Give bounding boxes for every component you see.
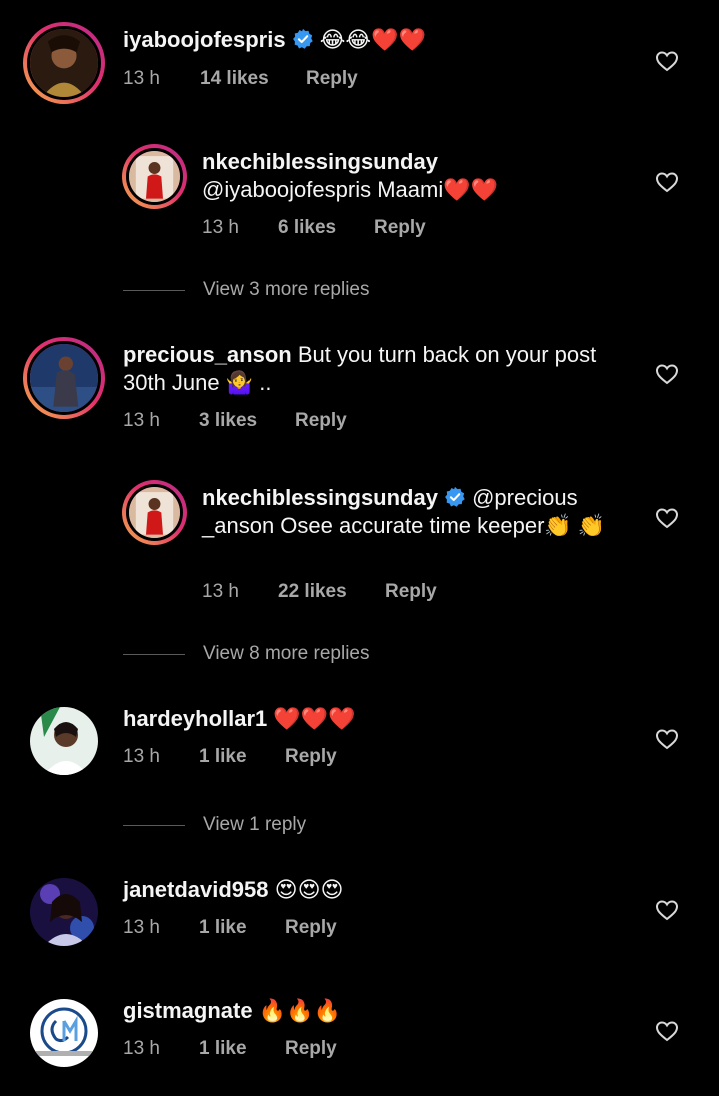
like-heart-icon[interactable] [655, 171, 679, 193]
reply-button[interactable]: Reply [306, 66, 358, 92]
likes-count[interactable]: 3 likes [199, 408, 257, 434]
view-more-replies-button[interactable]: View 8 more replies [123, 641, 523, 667]
comment-text: nkechiblessingsunday @iyaboojofespris Ma… [202, 148, 672, 204]
view-more-label: View 8 more replies [203, 643, 370, 664]
avatar[interactable] [122, 480, 187, 545]
like-heart-icon[interactable] [655, 899, 679, 921]
comment-username[interactable]: precious_anson [123, 342, 292, 367]
comment-text: iyaboojofespris 😂😂❤️❤️ [123, 26, 593, 54]
reply-button[interactable]: Reply [285, 1036, 337, 1062]
like-heart-icon[interactable] [655, 728, 679, 750]
comment-time: 13 h [123, 410, 160, 431]
comment-meta: 13 h 14 likes Reply [123, 66, 423, 92]
avatar[interactable] [30, 999, 98, 1067]
avatar[interactable] [23, 337, 105, 419]
likes-count[interactable]: 6 likes [278, 215, 336, 241]
likes-count[interactable]: 1 like [199, 744, 247, 770]
likes-count[interactable]: 1 like [199, 915, 247, 941]
comment-meta: 13 h 1 like Reply [123, 744, 423, 770]
reply-button[interactable]: Reply [285, 915, 337, 941]
likes-count[interactable]: 1 like [199, 1036, 247, 1062]
comment-username[interactable]: nkechiblessingsunday [202, 485, 438, 510]
comment-username[interactable]: nkechiblessingsunday [202, 148, 672, 176]
divider-line [123, 654, 185, 655]
like-heart-icon[interactable] [655, 363, 679, 385]
comment-time: 13 h [123, 746, 160, 767]
comment-username[interactable]: gistmagnate [123, 998, 253, 1023]
reply-button[interactable]: Reply [295, 408, 347, 434]
comment-time: 13 h [202, 581, 239, 602]
comment-meta: 13 h 1 like Reply [123, 915, 423, 941]
comment-body: @iyaboojofespris Maami❤️❤️ [202, 177, 498, 202]
like-heart-icon[interactable] [655, 50, 679, 72]
comment-meta: 13 h 1 like Reply [123, 1036, 423, 1062]
view-more-replies-button[interactable]: View 3 more replies [123, 277, 523, 303]
view-more-label: View 1 reply [203, 814, 307, 835]
comment-username[interactable]: hardeyhollar1 [123, 706, 267, 731]
comment-body: 😍😍😍 [268, 877, 344, 902]
comment-meta: 13 h 6 likes Reply [202, 215, 502, 241]
comment-time: 13 h [123, 917, 160, 938]
avatar[interactable] [122, 144, 187, 209]
divider-line [123, 825, 185, 826]
verified-badge-icon [444, 486, 466, 508]
view-more-label: View 3 more replies [203, 279, 370, 300]
comment-time: 13 h [202, 217, 239, 238]
avatar[interactable] [30, 707, 98, 775]
comment-meta: 13 h 3 likes Reply [123, 408, 423, 434]
like-heart-icon[interactable] [655, 507, 679, 529]
comment-meta: 13 h 22 likes Reply [202, 579, 502, 605]
verified-badge-icon [292, 28, 314, 50]
reply-button[interactable]: Reply [385, 579, 437, 605]
divider-line [123, 290, 185, 291]
comment-body: 🔥🔥🔥 [252, 998, 341, 1023]
comment-text: hardeyhollar1 ❤️❤️❤️ [123, 705, 593, 733]
likes-count[interactable]: 22 likes [278, 579, 347, 605]
like-heart-icon[interactable] [655, 1020, 679, 1042]
comment-username[interactable]: iyaboojofespris [123, 27, 286, 52]
comment-time: 13 h [123, 1038, 160, 1059]
comment-text: nkechiblessingsunday @precious _anson Os… [202, 484, 622, 540]
avatar[interactable] [30, 878, 98, 946]
reply-button[interactable]: Reply [374, 215, 426, 241]
comment-body: ❤️❤️❤️ [267, 706, 356, 731]
comment-body: 😂😂❤️❤️ [313, 27, 426, 52]
comment-text: janetdavid958 😍😍😍 [123, 876, 593, 904]
view-more-replies-button[interactable]: View 1 reply [123, 812, 523, 838]
comment-text: precious_anson But you turn back on your… [123, 341, 633, 397]
reply-button[interactable]: Reply [285, 744, 337, 770]
likes-count[interactable]: 14 likes [200, 66, 269, 92]
comment-text: gistmagnate 🔥🔥🔥 [123, 997, 593, 1025]
avatar[interactable] [23, 22, 105, 104]
comment-time: 13 h [123, 68, 160, 89]
comment-username[interactable]: janetdavid958 [123, 877, 269, 902]
